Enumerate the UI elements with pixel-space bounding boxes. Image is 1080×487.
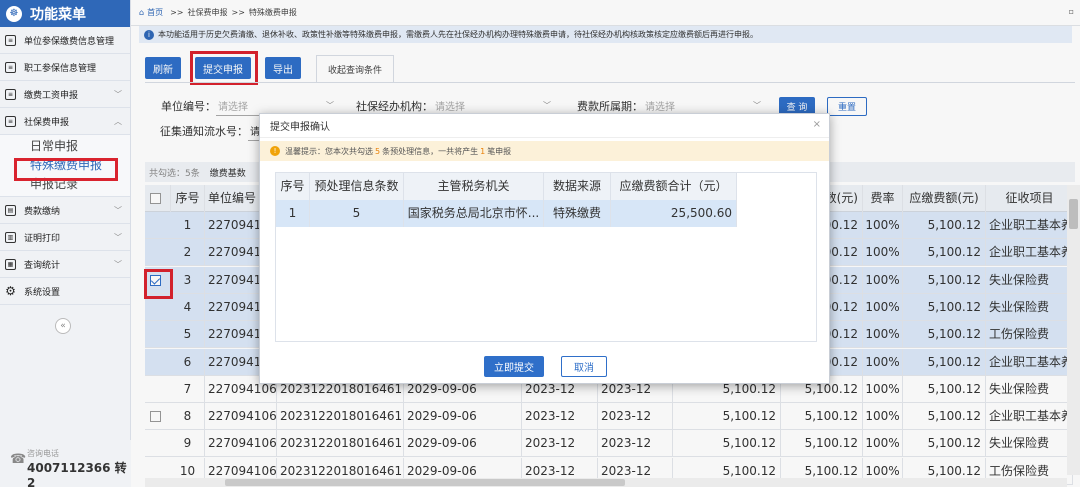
sidebar-item-label: 单位参保缴费信息管理 xyxy=(24,36,115,47)
cancel-button[interactable]: 取消 xyxy=(561,356,607,377)
chevron-down-icon: ﹀ xyxy=(114,259,122,269)
dialog-tip: ! 温馨提示：您本次共勾选 5 条预处理信息，一共将产生 1 笔申报 xyxy=(260,141,829,161)
app-window: ☸ 功能菜单 ≡ 单位参保缴费信息管理 ≡ 职工参保信息管理 ≡ 缴费工资申报 … xyxy=(0,0,1080,487)
phone-number: 4007112366 转 2 xyxy=(27,461,127,487)
dialog-table-header: 序号 预处理信息条数 主管税务机关 数据来源 应缴费额合计（元） xyxy=(276,173,737,200)
warning-icon: ! xyxy=(270,146,280,156)
dialog-cell-office: 国家税务总局北京市怀... xyxy=(404,200,544,227)
list-icon: ≡ xyxy=(5,88,16,100)
sidebar-item-label: 社保费申报 xyxy=(24,117,70,128)
sidebar-item-label: 证明打印 xyxy=(24,233,61,244)
sidebar-item-social-declare[interactable]: ≡ 社保费申报 ︿ xyxy=(0,108,130,135)
sidebar-item-label: 系统设置 xyxy=(24,287,61,298)
submenu-social-declare: 日常申报 特殊缴费申报 申报记录 xyxy=(0,135,130,197)
chevron-up-icon: ︿ xyxy=(114,116,122,126)
sidebar-item-label: 职工参保信息管理 xyxy=(24,63,97,74)
close-icon[interactable]: × xyxy=(813,119,821,130)
logo-icon: ☸ xyxy=(6,5,22,22)
tip-declare-count: 1 xyxy=(480,146,486,156)
sidebar: ☸ 功能菜单 ≡ 单位参保缴费信息管理 ≡ 职工参保信息管理 ≡ 缴费工资申报 … xyxy=(0,0,131,487)
sidebar-item-label: 费款缴纳 xyxy=(24,206,61,217)
list-icon: ≡ xyxy=(5,115,16,127)
chart-icon: ▦ xyxy=(5,258,16,270)
chevron-down-icon: ﹀ xyxy=(114,232,122,242)
subitem-declare-records[interactable]: 申报记录 xyxy=(0,175,130,194)
sidebar-item-print[interactable]: ▥ 证明打印 ﹀ xyxy=(0,224,130,251)
dialog-table: 序号 预处理信息条数 主管税务机关 数据来源 应缴费额合计（元） 1 5 国家税… xyxy=(275,172,817,342)
contact-phone: ☎ 咨询电话 4007112366 转 2 xyxy=(0,440,131,487)
tip-text-a: 温馨提示：您本次共勾选 xyxy=(285,146,373,156)
sidebar-item-label: 缴费工资申报 xyxy=(24,90,79,101)
sidebar-title: 功能菜单 xyxy=(30,6,86,23)
tip-count: 5 xyxy=(375,146,381,156)
phone-label: 咨询电话 xyxy=(27,449,59,458)
submit-now-button[interactable]: 立即提交 xyxy=(484,356,544,377)
sidebar-item-settings[interactable]: ⚙ 系统设置 xyxy=(0,278,130,305)
dialog-cell-count: 5 xyxy=(310,200,404,227)
confirm-dialog: 提交申报确认 × ! 温馨提示：您本次共勾选 5 条预处理信息，一共将产生 1 … xyxy=(259,113,830,384)
chevron-down-icon: ﹀ xyxy=(114,89,122,99)
sidebar-item-query-stats[interactable]: ▦ 查询统计 ﹀ xyxy=(0,251,130,278)
subitem-daily-declare[interactable]: 日常申报 xyxy=(0,137,130,156)
dialog-cell-no: 1 xyxy=(276,200,310,227)
sidebar-item-label: 查询统计 xyxy=(24,260,61,271)
sidebar-item-wage-declare[interactable]: ≡ 缴费工资申报 ﹀ xyxy=(0,81,130,108)
list-icon: ≡ xyxy=(5,61,16,73)
dialog-header-source: 数据来源 xyxy=(544,173,611,200)
dialog-cell-source: 特殊缴费 xyxy=(544,200,611,227)
chevron-down-icon: ﹀ xyxy=(114,205,122,215)
sidebar-item-payment[interactable]: ▤ 费款缴纳 ﹀ xyxy=(0,197,130,224)
dialog-title: 提交申报确认 xyxy=(260,114,829,138)
sidebar-header: ☸ 功能菜单 xyxy=(0,0,130,27)
dialog-header-count: 预处理信息条数 xyxy=(310,173,404,200)
dialog-cell-total: 25,500.60 xyxy=(611,200,737,227)
phone-icon: ☎ xyxy=(10,452,27,467)
tip-text-c: 笔申报 xyxy=(487,146,512,156)
subitem-special-declare[interactable]: 特殊缴费申报 xyxy=(0,156,130,175)
gear-icon: ⚙ xyxy=(5,284,16,298)
tip-text-b: 条预处理信息，一共将产生 xyxy=(382,146,479,156)
dialog-header-total: 应缴费额合计（元） xyxy=(611,173,737,200)
dialog-header-no: 序号 xyxy=(276,173,310,200)
dialog-table-row[interactable]: 1 5 国家税务总局北京市怀... 特殊缴费 25,500.60 xyxy=(276,200,737,227)
print-icon: ▥ xyxy=(5,231,16,243)
dialog-header-office: 主管税务机关 xyxy=(404,173,544,200)
list-icon: ≡ xyxy=(5,34,16,46)
collapse-sidebar-button[interactable]: « xyxy=(55,318,71,334)
sidebar-item-employee-info[interactable]: ≡ 职工参保信息管理 xyxy=(0,54,130,81)
sidebar-item-unit-info[interactable]: ≡ 单位参保缴费信息管理 xyxy=(0,27,130,54)
card-icon: ▤ xyxy=(5,204,16,216)
